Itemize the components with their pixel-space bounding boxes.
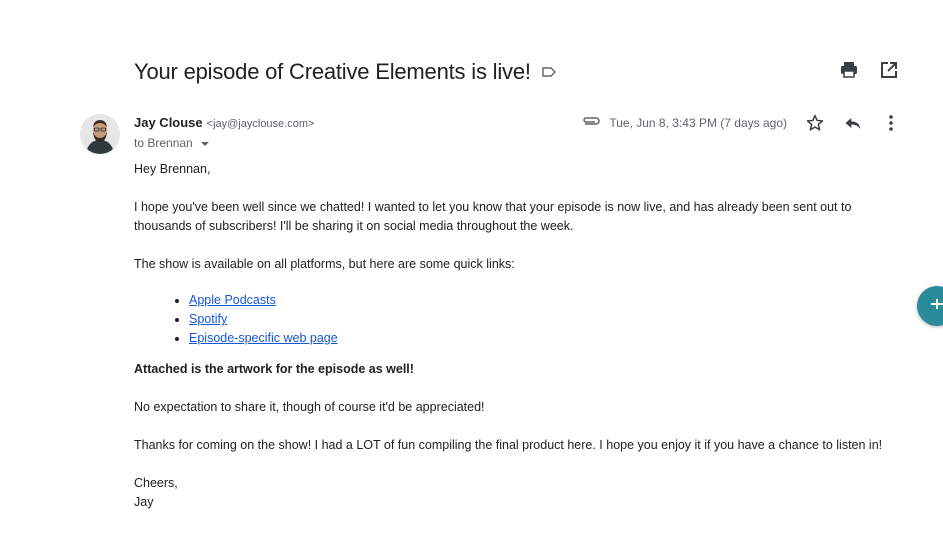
recipient-row[interactable]: to Brennan bbox=[134, 136, 209, 150]
subject-row: Your episode of Creative Elements is liv… bbox=[134, 56, 903, 88]
greeting: Hey Brennan, bbox=[134, 162, 211, 176]
link-episode-web-page[interactable]: Episode-specific web page bbox=[189, 331, 338, 345]
sender-name[interactable]: Jay Clouse bbox=[134, 115, 203, 130]
link-apple-podcasts[interactable]: Apple Podcasts bbox=[189, 293, 276, 307]
side-panel-icon bbox=[929, 296, 943, 317]
list-item: Episode-specific web page bbox=[189, 329, 904, 348]
star-icon[interactable] bbox=[805, 113, 825, 133]
list-item: Apple Podcasts bbox=[189, 291, 904, 310]
signature: Jay bbox=[134, 495, 154, 509]
body-paragraph-bold: Attached is the artwork for the episode … bbox=[134, 362, 414, 376]
list-item: Spotify bbox=[189, 310, 904, 329]
signoff: Cheers, bbox=[134, 476, 178, 490]
chevron-down-icon[interactable] bbox=[200, 142, 209, 146]
avatar[interactable] bbox=[80, 114, 120, 154]
label-outline-icon[interactable] bbox=[541, 64, 557, 80]
body-paragraph-1: I hope you've been well since we chatted… bbox=[134, 200, 852, 233]
paperclip-icon bbox=[581, 114, 601, 133]
body-paragraph-4: No expectation to share it, though of co… bbox=[134, 400, 485, 414]
link-spotify[interactable]: Spotify bbox=[189, 312, 227, 326]
sender-email: <jay@jayclouse.com> bbox=[206, 118, 315, 130]
sender-row: Jay Clouse <jay@jayclouse.com> bbox=[134, 115, 314, 130]
message-meta: Tue, Jun 8, 3:43 PM (7 days ago) bbox=[581, 113, 901, 133]
quick-links-list: Apple Podcasts Spotify Episode-specific … bbox=[134, 291, 904, 348]
email-body: Hey Brennan, I hope you've been well sin… bbox=[134, 160, 904, 512]
top-actions bbox=[839, 60, 899, 80]
recipient-label: to Brennan bbox=[134, 136, 193, 150]
more-vertical-icon[interactable] bbox=[881, 113, 901, 133]
body-paragraph-5: Thanks for coming on the show! I had a L… bbox=[134, 438, 883, 452]
body-paragraph-2: The show is available on all platforms, … bbox=[134, 257, 515, 271]
email-subject: Your episode of Creative Elements is liv… bbox=[134, 59, 531, 84]
reply-icon[interactable] bbox=[843, 113, 863, 133]
print-icon[interactable] bbox=[839, 60, 859, 80]
side-panel-button[interactable] bbox=[917, 286, 943, 326]
open-in-new-window-icon[interactable] bbox=[879, 60, 899, 80]
message-date: Tue, Jun 8, 3:43 PM (7 days ago) bbox=[609, 116, 787, 130]
